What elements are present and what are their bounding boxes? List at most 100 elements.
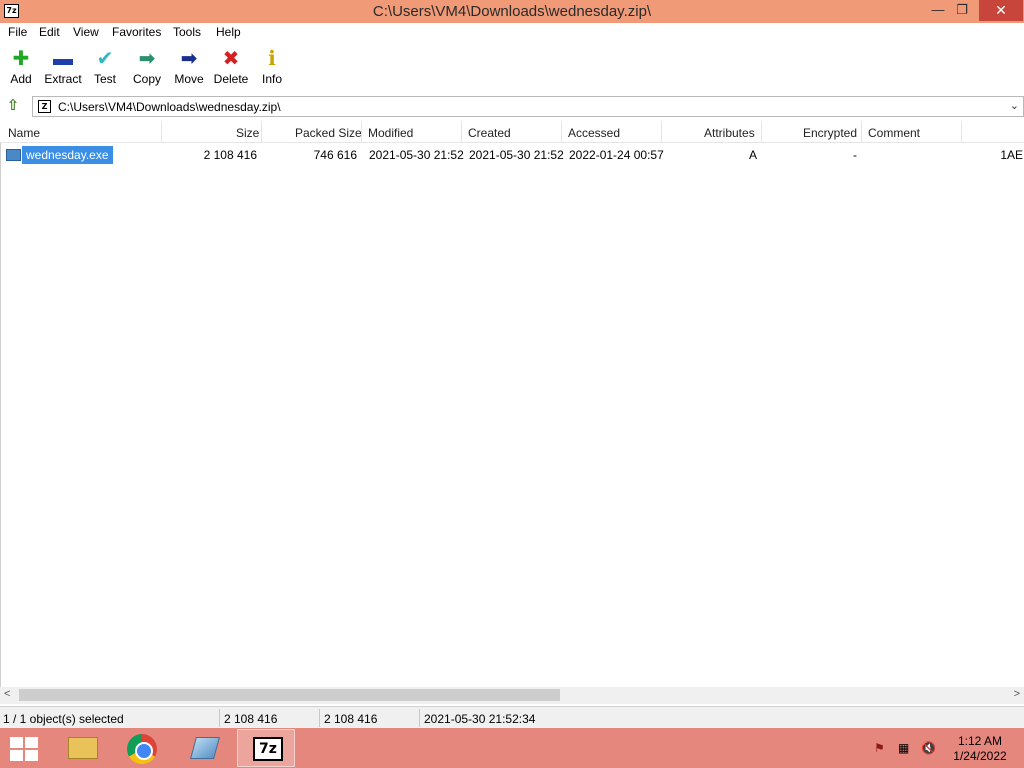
taskbar-tablet-app[interactable] — [175, 729, 233, 767]
maximize-button[interactable]: ❐ — [948, 0, 976, 21]
column-divider[interactable] — [161, 121, 162, 143]
copy-label: Copy — [132, 72, 161, 86]
column-created[interactable]: Created — [468, 126, 511, 140]
menu-edit[interactable]: Edit — [39, 25, 60, 39]
column-divider[interactable] — [761, 121, 762, 143]
file-attributes: A — [748, 148, 757, 162]
status-divider — [219, 709, 220, 727]
column-accessed[interactable]: Accessed — [568, 126, 620, 140]
list-header: Name Size Packed Size Modified Created A… — [0, 121, 1024, 143]
status-selection: 1 / 1 object(s) selected — [3, 712, 124, 726]
close-button[interactable]: ✕ — [979, 0, 1023, 21]
add-label: Add — [10, 72, 32, 86]
horizontal-scrollbar[interactable]: < > — [0, 687, 1024, 704]
column-divider[interactable] — [261, 121, 262, 143]
column-attributes[interactable]: Attributes — [704, 126, 755, 140]
column-divider[interactable] — [861, 121, 862, 143]
file-list[interactable]: wednesday.exe 2 108 416 746 616 2021-05-… — [0, 143, 1024, 687]
clock-date: 1/24/2022 — [953, 749, 1007, 763]
address-path[interactable]: C:\Users\VM4\Downloads\wednesday.zip\ — [58, 100, 281, 114]
scroll-right-icon[interactable]: > — [1014, 688, 1020, 700]
status-divider — [319, 709, 320, 727]
file-size: 2 108 416 — [203, 148, 257, 162]
delete-button[interactable]: ✖ Delete — [211, 48, 251, 86]
taskbar: 7z ⚑ ▦ 🔇 1:12 AM 1/24/2022 — [0, 728, 1024, 768]
window-title: C:\Users\VM4\Downloads\wednesday.zip\ — [372, 3, 652, 20]
column-size[interactable]: Size — [236, 126, 259, 140]
file-encrypted: - — [853, 148, 857, 162]
network-icon[interactable]: ▦ — [898, 741, 909, 755]
column-divider[interactable] — [561, 121, 562, 143]
file-modified: 2021-05-30 21:52 — [369, 148, 464, 162]
column-packed-size[interactable]: Packed Size — [295, 126, 362, 140]
taskbar-chrome[interactable] — [113, 729, 171, 767]
file-name[interactable]: wednesday.exe — [22, 146, 113, 164]
test-label: Test — [93, 72, 116, 86]
start-tile — [25, 750, 38, 761]
column-modified[interactable]: Modified — [368, 126, 413, 140]
info-button[interactable]: ℹ Info — [252, 48, 292, 86]
clock-time: 1:12 AM — [957, 734, 1003, 748]
chevron-down-icon[interactable]: ⌄ — [1010, 99, 1019, 112]
system-clock[interactable]: 1:12 AM 1/24/2022 — [950, 734, 1010, 764]
7zip-icon: 7z — [253, 737, 283, 761]
column-divider[interactable] — [961, 121, 962, 143]
test-button[interactable]: ✔ Test — [85, 48, 125, 86]
file-created: 2021-05-30 21:52 — [469, 148, 564, 162]
move-label: Move — [174, 72, 204, 86]
column-encrypted[interactable]: Encrypted — [803, 126, 857, 140]
column-name[interactable]: Name — [8, 126, 40, 140]
menu-bar: File Edit View Favorites Tools Help — [0, 23, 1024, 43]
move-button[interactable]: ➡ Move — [169, 48, 209, 86]
plus-icon: ✚ — [12, 48, 30, 70]
extract-button[interactable]: ▬ Extract — [43, 48, 83, 86]
start-tile — [25, 737, 38, 748]
menu-view[interactable]: View — [73, 25, 99, 39]
status-bar: 1 / 1 object(s) selected 2 108 416 2 108… — [0, 706, 1024, 728]
add-button[interactable]: ✚ Add — [1, 48, 41, 86]
volume-muted-icon[interactable]: 🔇 — [921, 741, 936, 755]
scroll-thumb[interactable] — [19, 689, 560, 701]
column-divider[interactable] — [461, 121, 462, 143]
taskbar-file-explorer[interactable] — [52, 729, 110, 767]
copy-arrow-icon: ➡ — [138, 48, 156, 70]
file-crc-truncated: 1AE — [1000, 148, 1023, 162]
start-tile — [10, 737, 23, 748]
copy-button[interactable]: ➡ Copy — [127, 48, 167, 86]
windows-start-icon[interactable] — [10, 737, 38, 761]
table-row[interactable]: wednesday.exe 2 108 416 746 616 2021-05-… — [1, 146, 1024, 164]
status-modified: 2021-05-30 21:52:34 — [424, 712, 536, 726]
chrome-icon — [127, 734, 157, 764]
title-bar[interactable]: 7z C:\Users\VM4\Downloads\wednesday.zip\… — [0, 0, 1024, 23]
tablet-icon — [190, 737, 220, 759]
delete-label: Delete — [213, 72, 249, 86]
info-icon: ℹ — [268, 48, 276, 70]
menu-favorites[interactable]: Favorites — [112, 25, 161, 39]
info-label: Info — [261, 72, 282, 86]
menu-file[interactable]: File — [8, 25, 27, 39]
menu-help[interactable]: Help — [216, 25, 241, 39]
status-size: 2 108 416 — [224, 712, 278, 726]
toolbar: ✚ Add ▬ Extract ✔ Test ➡ Copy ➡ Move ✖ D… — [0, 43, 1024, 93]
address-bar: ⇧ Z C:\Users\VM4\Downloads\wednesday.zip… — [0, 95, 1024, 119]
column-divider[interactable] — [661, 121, 662, 143]
file-packed-size: 746 616 — [313, 148, 357, 162]
move-arrow-icon: ➡ — [180, 48, 198, 70]
minus-icon: ▬ — [53, 48, 73, 70]
check-icon: ✔ — [96, 48, 114, 70]
status-packed: 2 108 416 — [324, 712, 378, 726]
status-divider — [419, 709, 420, 727]
extract-label: Extract — [44, 72, 82, 86]
address-combobox[interactable]: Z C:\Users\VM4\Downloads\wednesday.zip\ … — [32, 96, 1024, 117]
taskbar-7zip[interactable]: 7z — [237, 729, 295, 767]
file-accessed: 2022-01-24 00:57 — [569, 148, 664, 162]
archive-icon: Z — [38, 100, 51, 113]
action-center-flag-icon[interactable]: ⚑ — [874, 741, 885, 755]
folder-icon — [68, 737, 98, 759]
exe-file-icon — [6, 149, 21, 161]
scroll-left-icon[interactable]: < — [4, 688, 10, 700]
column-comment[interactable]: Comment — [868, 126, 920, 140]
up-folder-icon[interactable]: ⇧ — [4, 97, 22, 115]
column-divider[interactable] — [361, 121, 362, 143]
menu-tools[interactable]: Tools — [173, 25, 201, 39]
